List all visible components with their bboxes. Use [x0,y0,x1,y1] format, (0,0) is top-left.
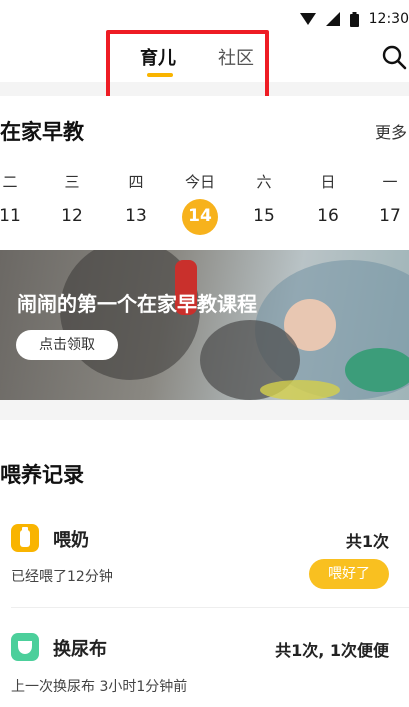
feeding-elapsed: 已经喂了12分钟 [11,569,113,585]
date-item[interactable]: 17 [370,206,409,226]
diaper-label: 换尿布 [53,639,107,660]
search-icon[interactable] [381,44,407,70]
wifi-icon [299,13,316,25]
status-time: 12:30 [368,11,409,27]
weekday-label: 一 [382,173,398,191]
weekday-label-today: 今日 [184,173,215,191]
weekday-label: 三 [64,173,80,191]
signal-icon [325,12,340,26]
date-item[interactable]: 11 [0,206,30,226]
banner-title: 闹闹的第一个在家早教课程 [17,292,257,316]
tab-highlight-box [106,30,269,100]
date-item-selected[interactable]: 14 [180,206,220,226]
battery-icon [349,11,359,27]
early-education-card: 在家早教 更多 二 三 四 今日 六 日 一 11 12 13 14 15 16… [0,96,409,400]
diaper-count: 共1次, 1次便便 [275,641,389,660]
bottle-icon [11,524,39,552]
date-item[interactable]: 13 [116,206,156,226]
more-link[interactable]: 更多 [375,119,407,143]
claim-button[interactable]: 点击领取 [16,330,118,360]
feeding-count: 共1次 [345,532,389,551]
diaper-elapsed: 上一次换尿布 3小时1分钟前 [11,679,188,695]
early-education-title: 在家早教 [0,120,84,144]
feeding-records-card: 喂养记录 喂奶 共1次 已经喂了12分钟 喂好了 换尿布 共1次, 1次便便 上… [0,420,409,707]
weekday-label: 六 [256,173,272,191]
date-item[interactable]: 15 [244,206,284,226]
date-item[interactable]: 12 [52,206,92,226]
divider [11,607,409,608]
course-banner[interactable]: 闹闹的第一个在家早教课程 点击领取 [0,250,409,400]
date-item[interactable]: 16 [308,206,348,226]
status-icons: 12:30 [299,9,409,29]
feeding-records-title: 喂养记录 [0,463,84,487]
weekday-label: 日 [320,173,336,191]
fed-done-button[interactable]: 喂好了 [309,559,389,589]
banner-photo [60,250,409,400]
feeding-label: 喂奶 [53,530,89,551]
weekday-label: 二 [2,173,18,191]
diaper-icon [11,633,39,661]
weekday-label: 四 [128,173,144,191]
